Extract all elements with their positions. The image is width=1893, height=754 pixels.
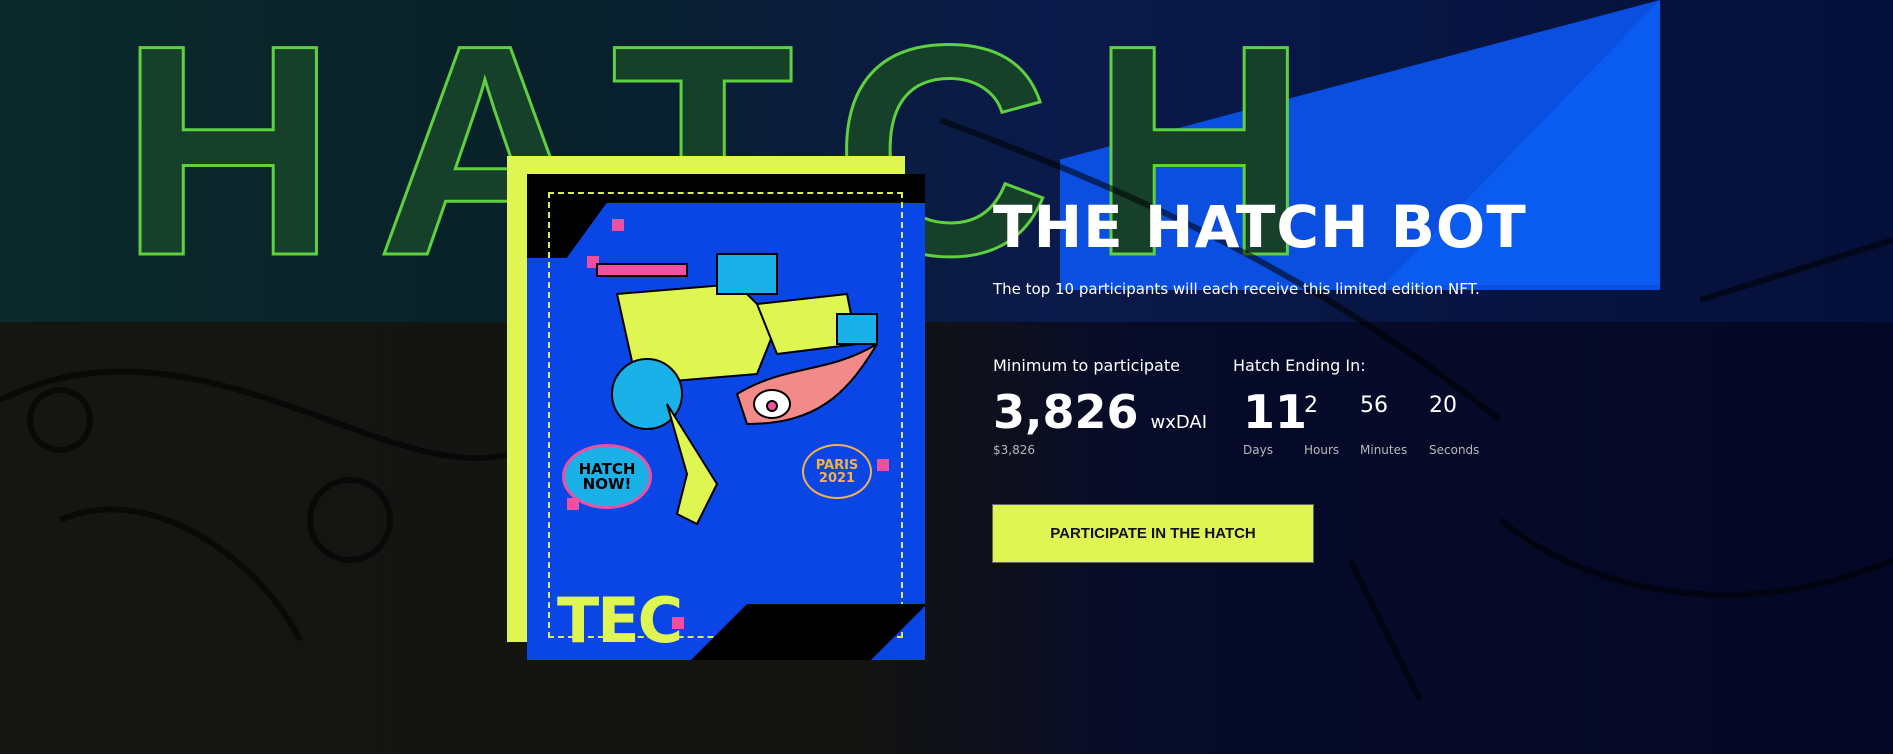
minimum-amount-value: 3,826	[993, 385, 1139, 439]
nft-artwork: HATCH NOW! PARIS 2021 TEC	[527, 174, 925, 660]
background-sketch-lines	[0, 117, 1893, 702]
minimum-amount: 3,826 wxDAI	[993, 386, 1207, 438]
minimum-amount-currency: wxDAI	[1150, 412, 1208, 433]
countdown-seconds-value: 20	[1429, 393, 1457, 418]
minimum-label: Minimum to participate	[993, 356, 1180, 375]
countdown-hours-value: 2	[1304, 393, 1318, 418]
minimum-amount-usd: $3,826	[993, 443, 1035, 457]
countdown-days-value: 11	[1243, 385, 1308, 439]
page-subtitle: The top 10 participants will each receiv…	[993, 280, 1480, 298]
countdown-days: 11 Days	[1243, 386, 1307, 457]
countdown-minutes-unit: Minutes	[1360, 443, 1408, 457]
page-title: THE HATCH BOT	[993, 193, 1527, 261]
hatch-now-bubble: HATCH NOW!	[562, 444, 652, 509]
countdown-hours: 2 Hours	[1304, 386, 1339, 457]
countdown-seconds-unit: Seconds	[1429, 443, 1480, 457]
countdown-label: Hatch Ending In:	[1233, 356, 1366, 375]
tec-logo: TEC	[557, 584, 683, 657]
paris-2021-badge: PARIS 2021	[802, 444, 872, 499]
participate-button[interactable]: PARTICIPATE IN THE HATCH	[992, 504, 1314, 563]
countdown-hours-unit: Hours	[1304, 443, 1340, 457]
countdown-minutes-value: 56	[1360, 393, 1388, 418]
hero-background: HATCH	[0, 0, 1893, 754]
countdown-days-unit: Days	[1243, 443, 1273, 457]
countdown-seconds: 20 Seconds	[1429, 386, 1479, 457]
countdown-minutes: 56 Minutes	[1360, 386, 1407, 457]
